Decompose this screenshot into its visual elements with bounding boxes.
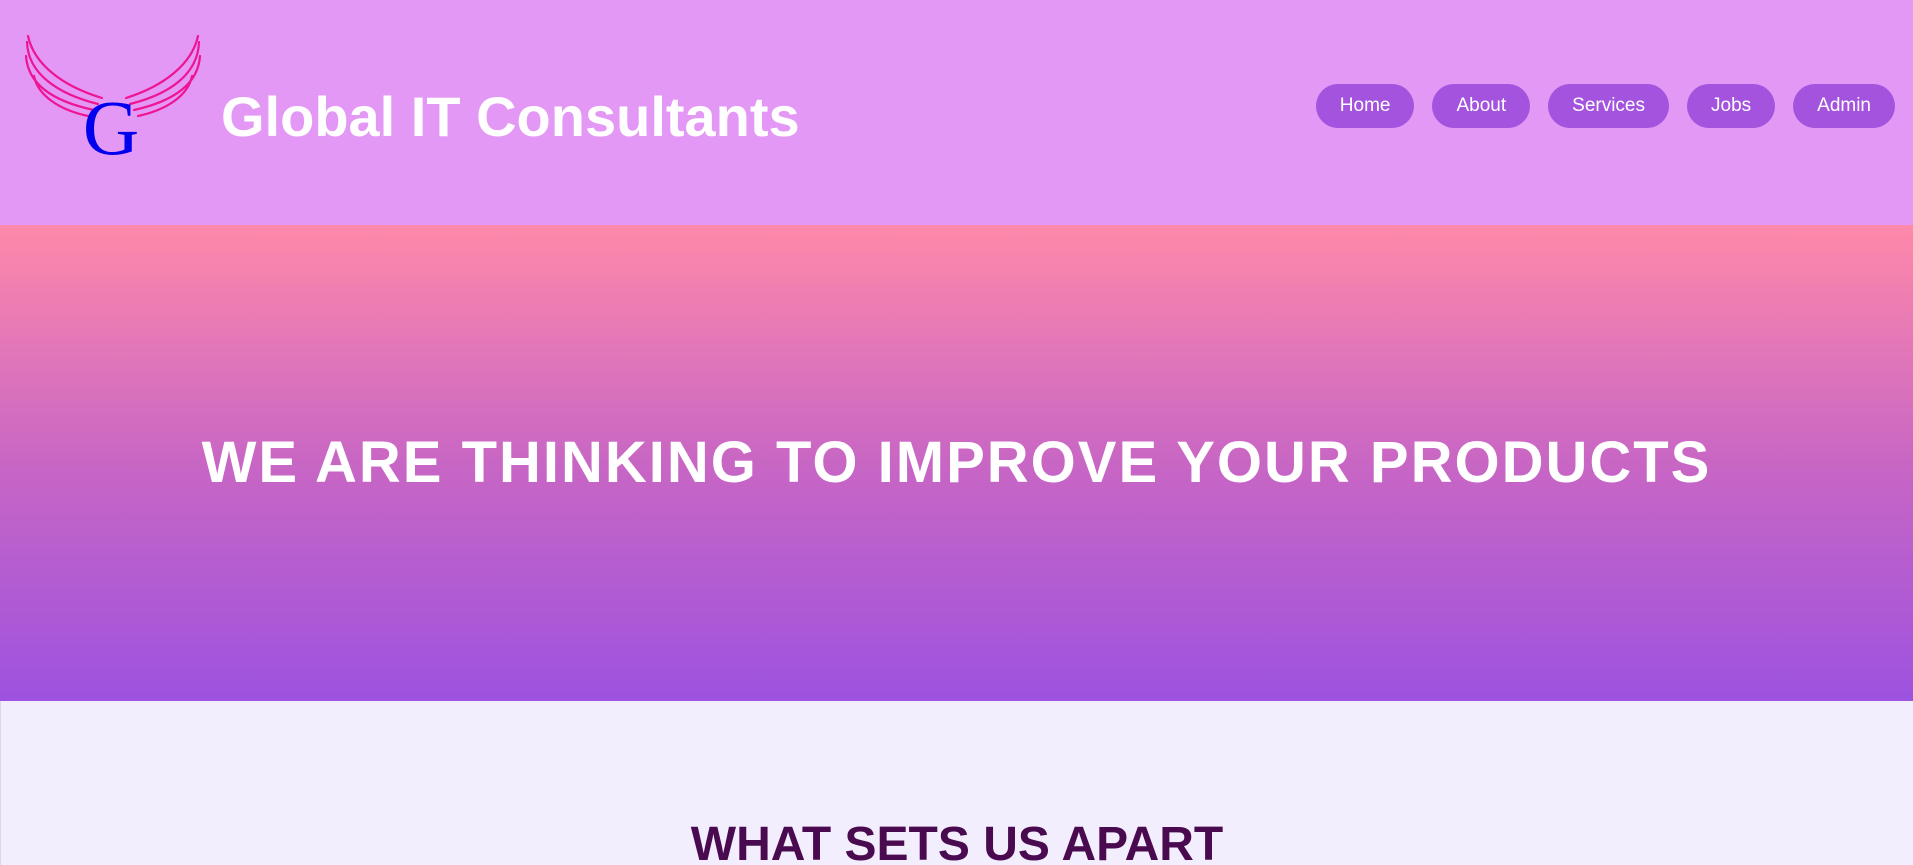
site-header: G Global IT Consultants Home About Servi…	[0, 0, 1913, 225]
main-nav: Home About Services Jobs Admin	[1315, 84, 1895, 128]
hero-heading: WE ARE THINKING TO IMPROVE YOUR PRODUCTS	[201, 430, 1712, 495]
nav-about-button[interactable]: About	[1432, 84, 1531, 128]
logo-letter: G	[83, 84, 139, 160]
logo[interactable]: G	[22, 30, 202, 160]
nav-jobs-button[interactable]: Jobs	[1687, 84, 1776, 128]
nav-home-button[interactable]: Home	[1315, 84, 1415, 128]
hero-banner: WE ARE THINKING TO IMPROVE YOUR PRODUCTS	[0, 225, 1913, 701]
nav-services-button[interactable]: Services	[1548, 84, 1669, 128]
features-section: WHAT SETS US APART	[0, 701, 1913, 865]
nav-admin-button[interactable]: Admin	[1793, 84, 1895, 128]
site-title: Global IT Consultants	[221, 85, 800, 148]
features-heading: WHAT SETS US APART	[690, 818, 1224, 865]
